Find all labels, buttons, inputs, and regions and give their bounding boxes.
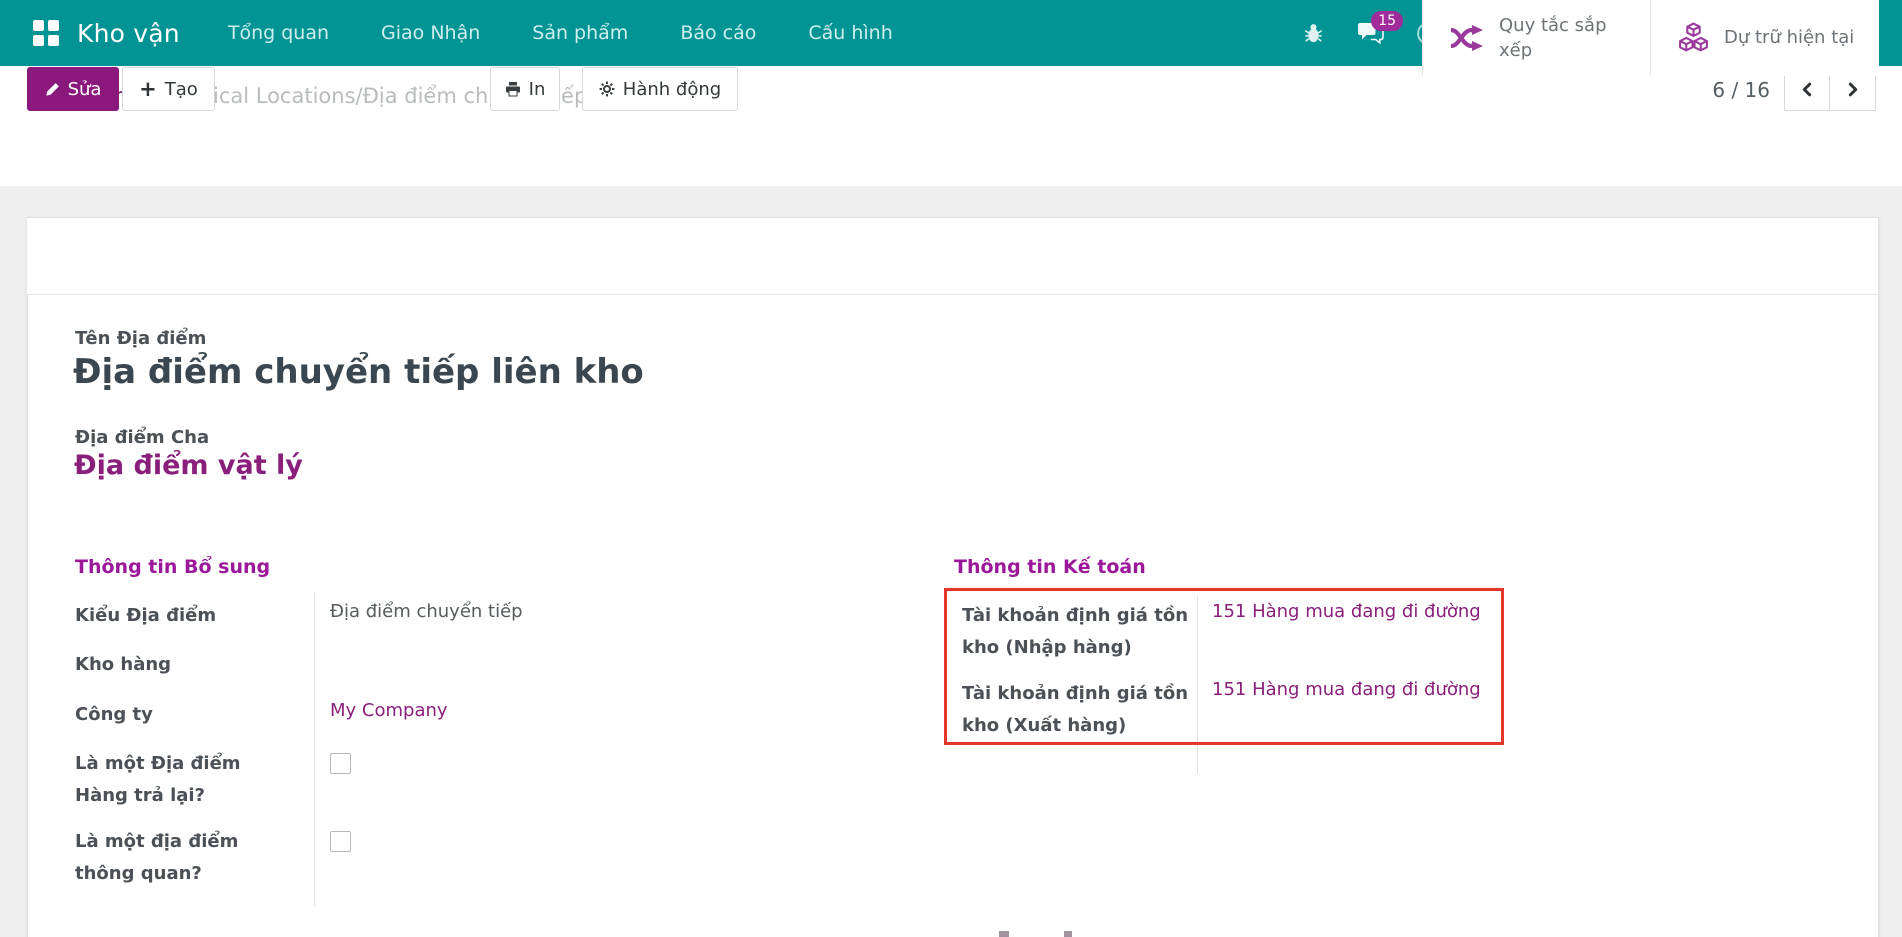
- create-button-label: Tạo: [165, 79, 198, 100]
- menu-item-transfers[interactable]: Giao Nhận: [381, 22, 480, 44]
- section-additional-info: Thông tin Bổ sung: [75, 556, 270, 578]
- field-label-scrap-location: Là một địa điểm thông quan?: [75, 826, 290, 891]
- edit-button[interactable]: Sửa: [27, 67, 119, 111]
- cutoff-content-fragment: [999, 931, 1009, 937]
- edit-button-label: Sửa: [68, 79, 102, 100]
- section-accounting-info: Thông tin Kế toán: [954, 556, 1146, 578]
- menu-item-products[interactable]: Sản phẩm: [532, 22, 628, 44]
- chevron-right-icon: [1845, 82, 1860, 97]
- form-sheet: [27, 217, 1879, 937]
- chevron-left-icon: [1800, 82, 1815, 97]
- field-separator-line: [314, 592, 315, 906]
- field-value-valuation-in-link[interactable]: 151 Hàng mua đang đi đường: [1212, 601, 1481, 622]
- action-button-label: Hành động: [623, 79, 721, 100]
- field-label-return-location: Là một Địa điểm Hàng trả lại?: [75, 748, 290, 813]
- field-label-location-type: Kiểu Địa điểm: [75, 600, 295, 632]
- print-button[interactable]: In: [490, 67, 560, 111]
- pager-counter: 6 / 16: [1698, 78, 1770, 102]
- smart-button-box: [27, 218, 1878, 295]
- field-label-valuation-out: Tài khoản định giá tồn kho (Xuất hàng): [962, 678, 1194, 743]
- current-stock-smart-button[interactable]: Dự trữ hiện tại: [1650, 0, 1879, 76]
- location-name-label: Tên Địa điểm: [75, 328, 206, 349]
- location-name-value: Địa điểm chuyển tiếp liên kho: [73, 352, 644, 392]
- debug-bug-icon[interactable]: [1302, 21, 1325, 45]
- shuffle-arrows-icon: [1449, 23, 1485, 53]
- menu-item-config[interactable]: Cấu hình: [808, 22, 892, 44]
- field-label-company: Công ty: [75, 699, 295, 731]
- smart-button-label: Dự trữ hiện tại: [1724, 25, 1854, 50]
- action-button[interactable]: Hành động: [582, 67, 738, 111]
- pencil-icon: [45, 82, 60, 97]
- inventory-location-form-page: Kho vận Tổng quan Giao Nhận Sản phẩm Báo…: [0, 0, 1902, 937]
- field-label-valuation-in: Tài khoản định giá tồn kho (Nhập hàng): [962, 600, 1194, 665]
- menu-item-reports[interactable]: Báo cáo: [680, 22, 756, 44]
- create-button[interactable]: + Tạo: [122, 67, 215, 111]
- parent-location-label: Địa điểm Cha: [75, 427, 209, 448]
- field-separator-line: [1197, 596, 1198, 774]
- messages-icon[interactable]: 15: [1357, 21, 1384, 46]
- checkbox-return-location[interactable]: [330, 753, 351, 774]
- plus-icon: +: [139, 79, 157, 100]
- parent-location-link[interactable]: Địa điểm vật lý: [74, 450, 303, 481]
- field-value-company-link[interactable]: My Company: [330, 700, 448, 721]
- apps-menu-icon[interactable]: [33, 20, 59, 46]
- field-label-warehouse: Kho hàng: [75, 649, 295, 681]
- stacked-cubes-icon: [1677, 22, 1710, 55]
- control-panel: Địa điểm / Physical Locations/Địa điểm c…: [0, 66, 1902, 186]
- checkbox-scrap-location[interactable]: [330, 831, 351, 852]
- app-brand[interactable]: Kho vận: [77, 19, 180, 48]
- field-value-valuation-out-link[interactable]: 151 Hàng mua đang đi đường: [1212, 679, 1481, 700]
- main-menu: Tổng quan Giao Nhận Sản phẩm Báo cáo Cấu…: [228, 22, 893, 44]
- cutoff-content-fragment: [1064, 931, 1072, 937]
- gear-icon: [599, 81, 615, 97]
- message-count-badge: 15: [1371, 11, 1403, 31]
- printer-icon: [505, 81, 521, 97]
- print-button-label: In: [529, 79, 546, 100]
- field-value-location-type: Địa điểm chuyển tiếp: [330, 601, 523, 622]
- menu-item-overview[interactable]: Tổng quan: [228, 22, 329, 44]
- smart-button-label: Quy tắc sắp xếp: [1499, 13, 1617, 63]
- putaway-rules-smart-button[interactable]: Quy tắc sắp xếp: [1422, 0, 1650, 76]
